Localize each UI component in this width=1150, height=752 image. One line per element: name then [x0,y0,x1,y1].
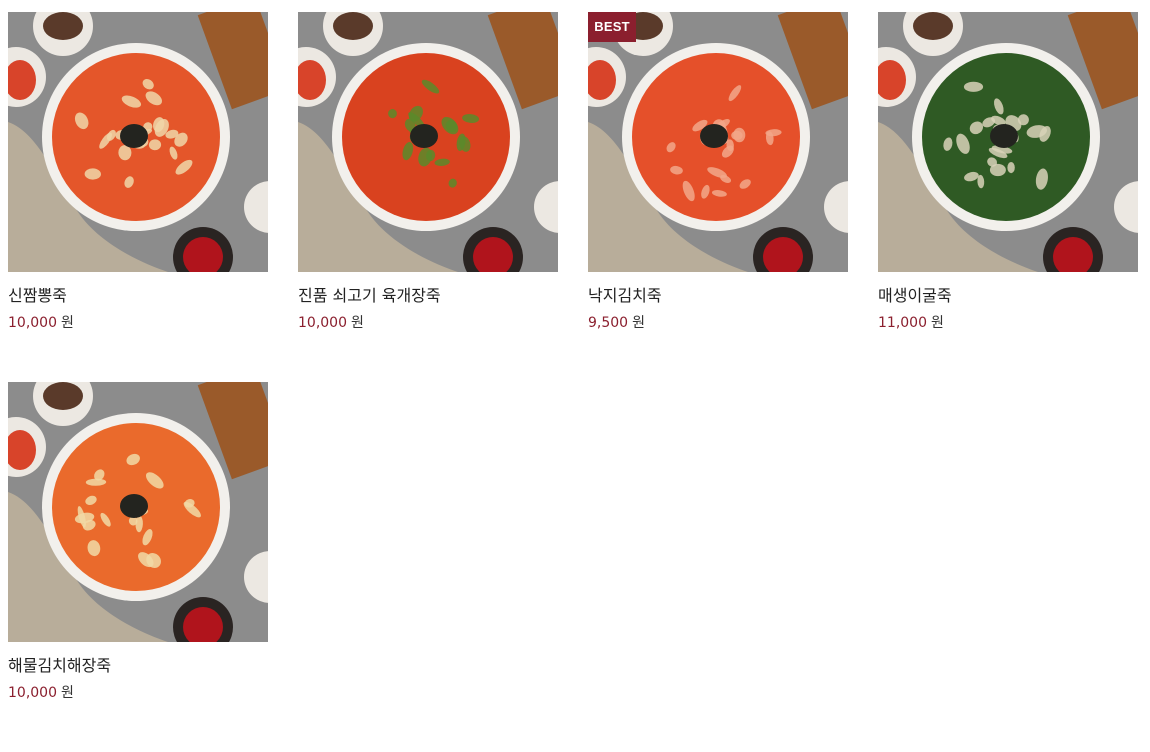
price-amount: 9,500 [588,315,629,331]
product-card[interactable]: 신짬뽕죽 10,000 원 [8,12,268,382]
product-price: 11,000 원 [878,314,1138,332]
price-amount: 10,000 [298,315,347,331]
product-grid: 신짬뽕죽 10,000 원 진품 쇠고기 육개장죽 10,000 원 BEST 낙지김치죽 9,… [8,12,1138,752]
price-amount: 11,000 [878,315,927,331]
product-image[interactable] [8,382,268,642]
product-image[interactable] [878,12,1138,272]
product-name[interactable]: 해물김치해장죽 [8,656,268,676]
product-card[interactable]: 해물김치해장죽 10,000 원 [8,382,268,752]
seaweed-garnish-icon [700,124,728,148]
product-name[interactable]: 매생이굴죽 [878,286,1138,306]
product-card[interactable]: 진품 쇠고기 육개장죽 10,000 원 [298,12,558,382]
product-price: 9,500 원 [588,314,848,332]
product-image[interactable]: BEST [588,12,848,272]
product-image[interactable] [298,12,558,272]
seaweed-garnish-icon [410,124,438,148]
porridge-bowl-photo [298,12,558,272]
product-name[interactable]: 진품 쇠고기 육개장죽 [298,286,558,306]
price-currency: 원 [61,315,74,331]
price-currency: 원 [632,315,645,331]
porridge-bowl-photo [588,12,848,272]
product-price: 10,000 원 [8,314,268,332]
price-currency: 원 [931,315,944,331]
product-price: 10,000 원 [8,684,268,702]
price-currency: 원 [61,685,74,701]
side-dish-food [43,382,83,410]
product-card[interactable]: 매생이굴죽 11,000 원 [878,12,1138,382]
product-image[interactable] [8,12,268,272]
product-card[interactable]: BEST 낙지김치죽 9,500 원 [588,12,848,382]
price-currency: 원 [351,315,364,331]
side-dish-food [913,12,953,40]
product-name[interactable]: 낙지김치죽 [588,286,848,306]
seaweed-garnish-icon [120,124,148,148]
product-name[interactable]: 신짬뽕죽 [8,286,268,306]
side-dish-food [43,12,83,40]
porridge-bowl-photo [8,12,268,272]
side-dish-food [333,12,373,40]
seaweed-garnish-icon [120,494,148,518]
product-price: 10,000 원 [298,314,558,332]
best-badge: BEST [588,12,636,42]
porridge-bowl-photo [878,12,1138,272]
price-amount: 10,000 [8,315,57,331]
price-amount: 10,000 [8,685,57,701]
porridge-bowl-photo [8,382,268,642]
seaweed-garnish-icon [990,124,1018,148]
